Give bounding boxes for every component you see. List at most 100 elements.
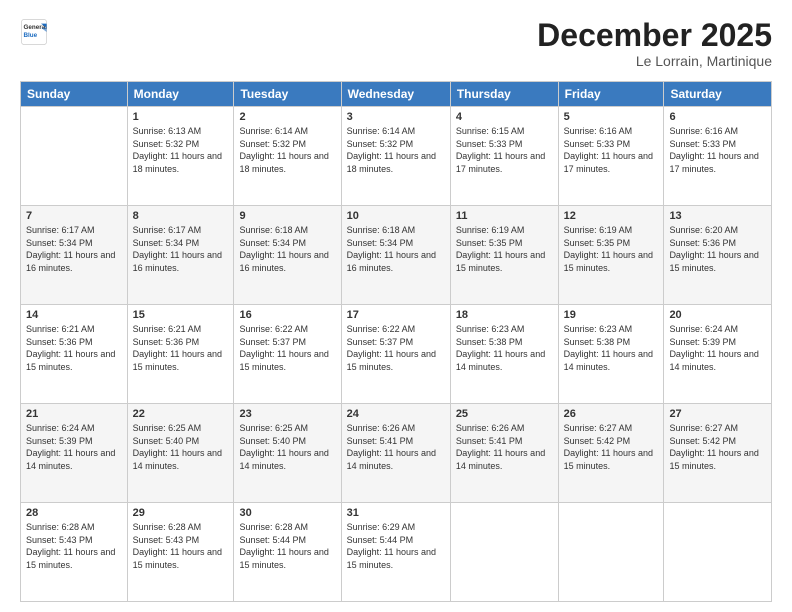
table-cell: 15 Sunrise: 6:21 AMSunset: 5:36 PMDaylig…	[127, 305, 234, 404]
day-info: Sunrise: 6:18 AMSunset: 5:34 PMDaylight:…	[347, 225, 436, 273]
day-number: 10	[347, 210, 445, 222]
day-info: Sunrise: 6:17 AMSunset: 5:34 PMDaylight:…	[26, 225, 115, 273]
day-number: 9	[239, 210, 335, 222]
day-number: 19	[564, 309, 659, 321]
day-info: Sunrise: 6:26 AMSunset: 5:41 PMDaylight:…	[456, 423, 545, 471]
table-cell: 5 Sunrise: 6:16 AMSunset: 5:33 PMDayligh…	[558, 107, 664, 206]
col-saturday: Saturday	[664, 82, 772, 107]
day-number: 13	[669, 210, 766, 222]
day-info: Sunrise: 6:23 AMSunset: 5:38 PMDaylight:…	[456, 324, 545, 372]
day-number: 20	[669, 309, 766, 321]
col-wednesday: Wednesday	[341, 82, 450, 107]
table-cell: 17 Sunrise: 6:22 AMSunset: 5:37 PMDaylig…	[341, 305, 450, 404]
day-number: 17	[347, 309, 445, 321]
table-cell: 29 Sunrise: 6:28 AMSunset: 5:43 PMDaylig…	[127, 503, 234, 602]
day-number: 26	[564, 408, 659, 420]
logo-icon: General Blue	[20, 18, 48, 46]
day-number: 22	[133, 408, 229, 420]
table-cell: 12 Sunrise: 6:19 AMSunset: 5:35 PMDaylig…	[558, 206, 664, 305]
day-number: 5	[564, 111, 659, 123]
table-cell: 2 Sunrise: 6:14 AMSunset: 5:32 PMDayligh…	[234, 107, 341, 206]
table-cell: 31 Sunrise: 6:29 AMSunset: 5:44 PMDaylig…	[341, 503, 450, 602]
table-cell: 22 Sunrise: 6:25 AMSunset: 5:40 PMDaylig…	[127, 404, 234, 503]
day-info: Sunrise: 6:18 AMSunset: 5:34 PMDaylight:…	[239, 225, 328, 273]
day-number: 21	[26, 408, 122, 420]
table-cell: 30 Sunrise: 6:28 AMSunset: 5:44 PMDaylig…	[234, 503, 341, 602]
table-cell: 24 Sunrise: 6:26 AMSunset: 5:41 PMDaylig…	[341, 404, 450, 503]
title-block: December 2025 Le Lorrain, Martinique	[537, 18, 772, 69]
day-info: Sunrise: 6:28 AMSunset: 5:43 PMDaylight:…	[26, 522, 115, 570]
week-row-5: 28 Sunrise: 6:28 AMSunset: 5:43 PMDaylig…	[21, 503, 772, 602]
day-number: 30	[239, 507, 335, 519]
day-number: 1	[133, 111, 229, 123]
day-info: Sunrise: 6:28 AMSunset: 5:44 PMDaylight:…	[239, 522, 328, 570]
page: General Blue December 2025 Le Lorrain, M…	[0, 0, 792, 612]
day-info: Sunrise: 6:28 AMSunset: 5:43 PMDaylight:…	[133, 522, 222, 570]
day-number: 14	[26, 309, 122, 321]
day-number: 18	[456, 309, 553, 321]
location: Le Lorrain, Martinique	[537, 53, 772, 69]
day-info: Sunrise: 6:16 AMSunset: 5:33 PMDaylight:…	[669, 126, 758, 174]
day-info: Sunrise: 6:27 AMSunset: 5:42 PMDaylight:…	[564, 423, 653, 471]
day-info: Sunrise: 6:19 AMSunset: 5:35 PMDaylight:…	[456, 225, 545, 273]
day-number: 16	[239, 309, 335, 321]
table-cell: 6 Sunrise: 6:16 AMSunset: 5:33 PMDayligh…	[664, 107, 772, 206]
month-title: December 2025	[537, 18, 772, 53]
day-number: 8	[133, 210, 229, 222]
day-number: 11	[456, 210, 553, 222]
day-number: 3	[347, 111, 445, 123]
table-cell: 13 Sunrise: 6:20 AMSunset: 5:36 PMDaylig…	[664, 206, 772, 305]
table-cell: 16 Sunrise: 6:22 AMSunset: 5:37 PMDaylig…	[234, 305, 341, 404]
day-number: 23	[239, 408, 335, 420]
col-tuesday: Tuesday	[234, 82, 341, 107]
day-info: Sunrise: 6:27 AMSunset: 5:42 PMDaylight:…	[669, 423, 758, 471]
day-number: 12	[564, 210, 659, 222]
table-cell: 7 Sunrise: 6:17 AMSunset: 5:34 PMDayligh…	[21, 206, 128, 305]
table-cell: 27 Sunrise: 6:27 AMSunset: 5:42 PMDaylig…	[664, 404, 772, 503]
col-sunday: Sunday	[21, 82, 128, 107]
table-cell: 11 Sunrise: 6:19 AMSunset: 5:35 PMDaylig…	[450, 206, 558, 305]
day-info: Sunrise: 6:22 AMSunset: 5:37 PMDaylight:…	[347, 324, 436, 372]
day-info: Sunrise: 6:20 AMSunset: 5:36 PMDaylight:…	[669, 225, 758, 273]
table-cell: 4 Sunrise: 6:15 AMSunset: 5:33 PMDayligh…	[450, 107, 558, 206]
day-number: 27	[669, 408, 766, 420]
table-cell: 21 Sunrise: 6:24 AMSunset: 5:39 PMDaylig…	[21, 404, 128, 503]
header-row: Sunday Monday Tuesday Wednesday Thursday…	[21, 82, 772, 107]
table-cell: 23 Sunrise: 6:25 AMSunset: 5:40 PMDaylig…	[234, 404, 341, 503]
col-thursday: Thursday	[450, 82, 558, 107]
day-number: 28	[26, 507, 122, 519]
day-number: 15	[133, 309, 229, 321]
day-number: 6	[669, 111, 766, 123]
day-info: Sunrise: 6:25 AMSunset: 5:40 PMDaylight:…	[239, 423, 328, 471]
day-number: 7	[26, 210, 122, 222]
day-info: Sunrise: 6:15 AMSunset: 5:33 PMDaylight:…	[456, 126, 545, 174]
day-info: Sunrise: 6:13 AMSunset: 5:32 PMDaylight:…	[133, 126, 222, 174]
table-cell: 8 Sunrise: 6:17 AMSunset: 5:34 PMDayligh…	[127, 206, 234, 305]
table-cell	[21, 107, 128, 206]
day-info: Sunrise: 6:24 AMSunset: 5:39 PMDaylight:…	[26, 423, 115, 471]
day-info: Sunrise: 6:16 AMSunset: 5:33 PMDaylight:…	[564, 126, 653, 174]
logo: General Blue	[20, 18, 48, 46]
day-info: Sunrise: 6:22 AMSunset: 5:37 PMDaylight:…	[239, 324, 328, 372]
col-monday: Monday	[127, 82, 234, 107]
table-cell: 9 Sunrise: 6:18 AMSunset: 5:34 PMDayligh…	[234, 206, 341, 305]
day-info: Sunrise: 6:14 AMSunset: 5:32 PMDaylight:…	[347, 126, 436, 174]
table-cell: 28 Sunrise: 6:28 AMSunset: 5:43 PMDaylig…	[21, 503, 128, 602]
day-info: Sunrise: 6:23 AMSunset: 5:38 PMDaylight:…	[564, 324, 653, 372]
table-cell: 19 Sunrise: 6:23 AMSunset: 5:38 PMDaylig…	[558, 305, 664, 404]
day-number: 31	[347, 507, 445, 519]
day-info: Sunrise: 6:29 AMSunset: 5:44 PMDaylight:…	[347, 522, 436, 570]
table-cell: 10 Sunrise: 6:18 AMSunset: 5:34 PMDaylig…	[341, 206, 450, 305]
day-number: 24	[347, 408, 445, 420]
week-row-1: 1 Sunrise: 6:13 AMSunset: 5:32 PMDayligh…	[21, 107, 772, 206]
day-info: Sunrise: 6:14 AMSunset: 5:32 PMDaylight:…	[239, 126, 328, 174]
day-info: Sunrise: 6:19 AMSunset: 5:35 PMDaylight:…	[564, 225, 653, 273]
day-number: 29	[133, 507, 229, 519]
day-info: Sunrise: 6:21 AMSunset: 5:36 PMDaylight:…	[26, 324, 115, 372]
table-cell: 1 Sunrise: 6:13 AMSunset: 5:32 PMDayligh…	[127, 107, 234, 206]
svg-text:Blue: Blue	[24, 32, 38, 39]
header: General Blue December 2025 Le Lorrain, M…	[20, 18, 772, 69]
table-cell: 18 Sunrise: 6:23 AMSunset: 5:38 PMDaylig…	[450, 305, 558, 404]
table-cell: 26 Sunrise: 6:27 AMSunset: 5:42 PMDaylig…	[558, 404, 664, 503]
table-cell	[664, 503, 772, 602]
